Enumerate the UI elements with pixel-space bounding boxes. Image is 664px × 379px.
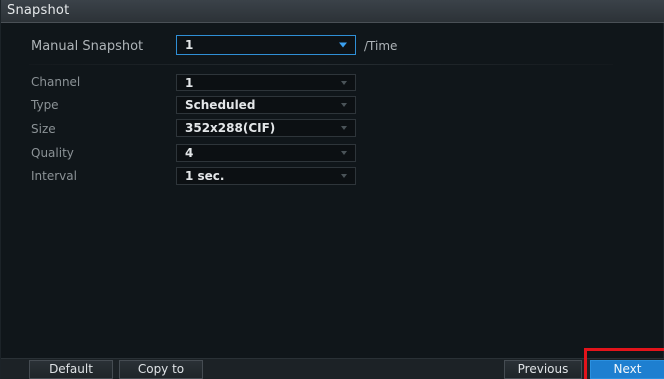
- copy-to-button[interactable]: Copy to: [119, 360, 203, 379]
- channel-label: Channel: [31, 75, 81, 89]
- channel-value: 1: [185, 75, 194, 90]
- manual-snapshot-value: 1: [185, 38, 194, 52]
- manual-snapshot-unit: /Time: [364, 39, 398, 53]
- quality-value: 4: [185, 146, 194, 160]
- interval-select[interactable]: 1 sec.: [176, 167, 356, 185]
- size-label: Size: [31, 122, 56, 136]
- window-title: Snapshot: [7, 3, 70, 18]
- section-divider: [29, 64, 613, 65]
- type-value: Scheduled: [185, 98, 256, 112]
- quality-label: Quality: [31, 146, 74, 160]
- manual-snapshot-select[interactable]: 1: [176, 35, 356, 55]
- snapshot-window: Snapshot Manual Snapshot 1 /Time Channel…: [0, 0, 664, 379]
- chevron-down-icon: [339, 42, 347, 48]
- manual-snapshot-label: Manual Snapshot: [31, 39, 144, 54]
- next-button[interactable]: Next: [590, 360, 664, 379]
- type-label: Type: [31, 98, 59, 112]
- size-value: 352x288(CIF): [185, 121, 276, 135]
- interval-label: Interval: [31, 169, 77, 183]
- chevron-down-icon: [341, 80, 347, 85]
- interval-value: 1 sec.: [185, 169, 225, 183]
- chevron-down-icon: [341, 103, 347, 107]
- type-select[interactable]: Scheduled: [176, 96, 356, 114]
- channel-select[interactable]: 1: [176, 74, 356, 91]
- title-bar: Snapshot: [1, 0, 664, 23]
- default-button[interactable]: Default: [29, 360, 113, 379]
- chevron-down-icon: [341, 174, 347, 178]
- chevron-down-icon: [341, 151, 347, 155]
- size-select[interactable]: 352x288(CIF): [176, 119, 356, 137]
- quality-select[interactable]: 4: [176, 144, 356, 162]
- previous-button[interactable]: Previous: [504, 360, 582, 379]
- chevron-down-icon: [341, 126, 347, 130]
